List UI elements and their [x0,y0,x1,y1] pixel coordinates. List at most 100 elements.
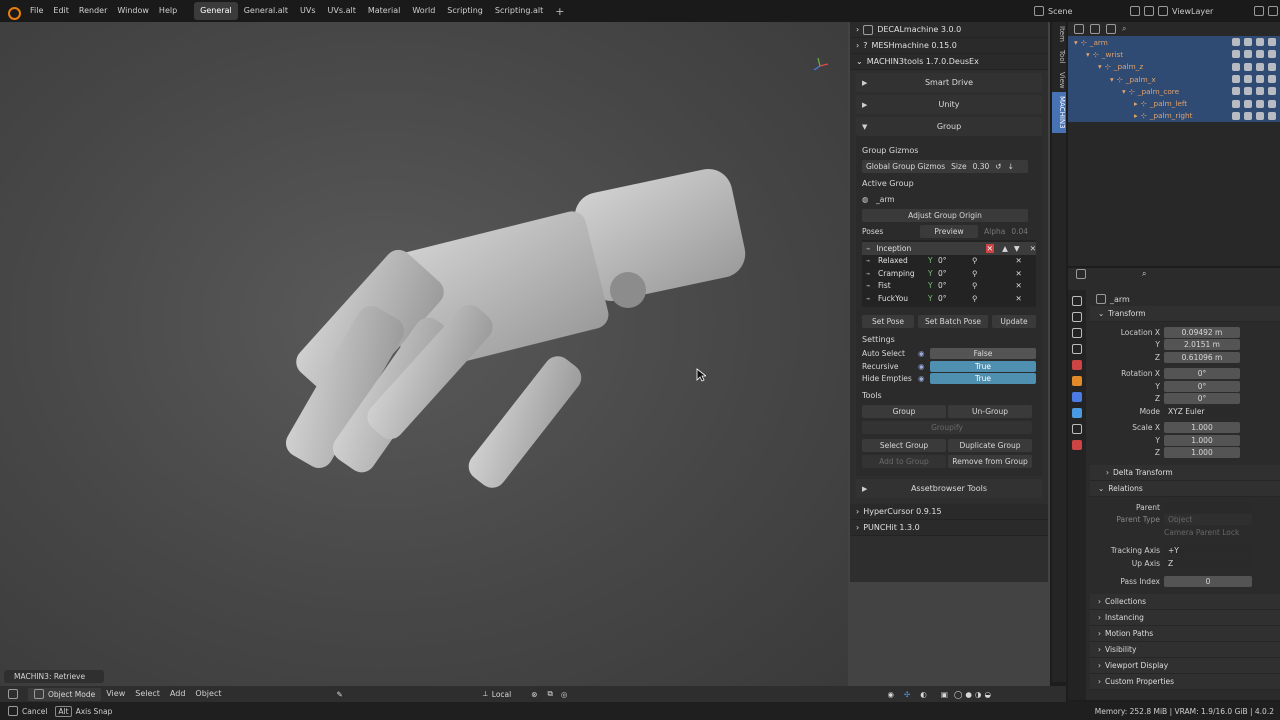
menu-edit[interactable]: Edit [48,0,74,22]
pose-row-relaxed[interactable]: ⌁ Relaxed Y 0° ⚲ ✕ [862,255,1036,268]
mode-select[interactable]: Object Mode [28,687,102,701]
setting-auto-select[interactable]: Auto Select ◉ False [862,348,1036,361]
global-group-gizmos-toggle[interactable]: Global Group Gizmos [866,160,945,173]
setting-hide-empties[interactable]: Hide Empties ◉ True [862,373,1036,386]
remove-from-group-button[interactable]: Remove from Group [948,454,1032,468]
up-axis-select[interactable]: Z [1164,557,1252,569]
menu-file[interactable]: File [25,0,48,22]
workspace-tab-world[interactable]: World [406,2,441,20]
outliner-row-palm-z[interactable]: ▾ ⊹ _palm_z [1068,60,1280,73]
adjust-group-origin-button[interactable]: Adjust Group Origin [862,208,1028,222]
scale-z-field[interactable]: 1.000 [1164,447,1240,459]
update-button[interactable]: Update [992,315,1036,328]
workspace-tab-scripting[interactable]: Scripting [441,2,489,20]
subpanel-group[interactable]: ▼ Group [856,117,1042,136]
delta-transform-header[interactable]: › Delta Transform [1090,465,1280,481]
properties-editor-icon[interactable] [1076,269,1086,279]
outliner-row-palm-left[interactable]: ▸ ⊹ _palm_left [1068,97,1280,110]
alpha-field[interactable]: 0.04 [1011,227,1028,236]
object-tab-icon[interactable] [1072,376,1082,386]
outliner-row-wrist[interactable]: ▾ ⊹ _wrist [1068,48,1280,61]
visibility-icons[interactable] [1232,75,1276,84]
set-pose-icon[interactable]: ⚲ [972,256,978,265]
group-button[interactable]: Group [862,404,946,418]
pose-row-inception[interactable]: ⌁ Inception ✕ ▲ ▼ ✕ [862,242,1036,255]
scale-y-field[interactable]: 1.000 [1164,434,1240,446]
rendered-shading-icon[interactable]: ◒ [984,690,991,699]
addon-meshmachine-header[interactable]: › ? MESHmachine 0.15.0 [850,38,1048,54]
workspace-tab-material[interactable]: Material [362,2,407,20]
set-pose-button[interactable]: Set Pose [862,315,914,328]
expand-icon[interactable]: ▾ [1068,50,1090,59]
setting-value[interactable]: True [930,373,1036,385]
groupify-button[interactable]: Groupify [862,420,1032,434]
reset-icon[interactable]: ↺ [995,160,1001,173]
setting-value[interactable]: False [930,348,1036,360]
outliner-row-palm-x[interactable]: ▾ ⊹ _palm_x [1068,72,1280,86]
menu-window[interactable]: Window [112,0,154,22]
navigation-gizmo[interactable] [810,56,830,76]
parent-type-select[interactable]: Object [1164,514,1252,526]
menu-help[interactable]: Help [154,0,182,22]
camera-parent-lock-checkbox[interactable]: Camera Parent Lock [1164,528,1239,537]
delete-scene-icon[interactable] [1144,6,1154,16]
workspace-tab-general-alt[interactable]: General.alt [238,2,294,20]
add-to-group-button[interactable]: Add to Group [862,454,946,468]
xray-icon[interactable]: ▣ [941,690,948,699]
editor-type-icon[interactable] [8,689,18,699]
visibility-icons[interactable] [1232,87,1276,96]
set-pose-icon[interactable]: ⚲ [972,294,978,303]
blender-logo-icon[interactable] [6,4,21,20]
subpanel-smart-drive[interactable]: ▶ Smart Drive [856,73,1042,92]
outliner-row-palm-core[interactable]: ▾ ⊹ _palm_core [1068,85,1280,98]
display-mode-icon[interactable] [1090,24,1100,34]
overlays-icon[interactable]: ◐ [920,690,927,699]
set-pose-icon[interactable]: ⚲ [972,269,978,278]
output-tab-icon[interactable] [1072,328,1082,338]
outliner-row-palm-right[interactable]: ▸ ⊹ _palm_right [1068,109,1280,123]
delete-view-layer-icon[interactable] [1268,6,1278,16]
rotation-mode-select[interactable]: XYZ Euler [1164,405,1240,417]
tab-machin3[interactable]: MACHIN3 [1052,92,1066,133]
tracking-axis-select[interactable]: +Y [1164,545,1252,557]
duplicate-group-button[interactable]: Duplicate Group [948,438,1032,452]
visibility-icons[interactable] [1232,38,1276,47]
modifier-tab-icon[interactable] [1072,392,1082,402]
workspace-tab-general[interactable]: General [194,2,238,20]
remove-pose-icon[interactable]: ✕ [1016,269,1022,278]
material-shading-icon[interactable]: ◑ [975,690,982,699]
rotation-y-field[interactable]: 0° [1164,380,1240,392]
instancing-header[interactable]: › Instancing [1090,610,1280,626]
rotation-z-field[interactable]: 0° [1164,393,1240,405]
move-up-icon[interactable]: ▲ [1002,244,1008,253]
addon-decalmachine-header[interactable]: › DECALmachine 3.0.0 [850,22,1048,38]
last-operator-panel[interactable]: MACHIN3: Retrieve Group [4,670,104,694]
physics-tab-icon[interactable] [1072,408,1082,418]
snap-icon[interactable]: ⧉ [548,689,553,699]
expand-icon[interactable]: ▾ [1068,87,1126,96]
pivot-icon[interactable]: ⊗ [531,690,537,699]
custom-properties-header[interactable]: › Custom Properties [1090,674,1280,690]
location-z-field[interactable]: 0.61096 m [1164,351,1240,363]
view-layer-selector[interactable]: ViewLayer [1158,3,1278,19]
rotation-x-field[interactable]: 0° [1164,368,1240,380]
data-tab-icon[interactable] [1072,440,1082,450]
visibility-icons[interactable] [1232,111,1276,120]
tab-item[interactable]: Item [1052,22,1066,46]
arrow-down-icon[interactable]: ↓ [1008,160,1014,173]
copy-scene-icon[interactable] [1130,6,1140,16]
search-icon[interactable]: ⌕ [1142,269,1146,279]
transform-orientation-select[interactable]: ⟂ Local [483,689,511,699]
object-name[interactable]: _arm [1110,295,1130,304]
collections-header[interactable]: › Collections [1090,594,1280,610]
visibility-header[interactable]: › Visibility [1090,642,1280,658]
viewport-display-header[interactable]: › Viewport Display [1090,658,1280,674]
pass-index-field[interactable]: 0 [1164,576,1252,588]
parent-field[interactable] [1164,501,1252,513]
visibility-icons[interactable] [1232,62,1276,71]
motion-paths-header[interactable]: › Motion Paths [1090,626,1280,642]
preview-toggle[interactable]: Preview [920,224,978,238]
visibility-icons[interactable] [1232,50,1276,59]
pose-row-fuckyou[interactable]: ⌁ FuckYou Y 0° ⚲ ✕ [862,292,1036,305]
transform-section-header[interactable]: ⌄ Transform [1090,306,1280,322]
